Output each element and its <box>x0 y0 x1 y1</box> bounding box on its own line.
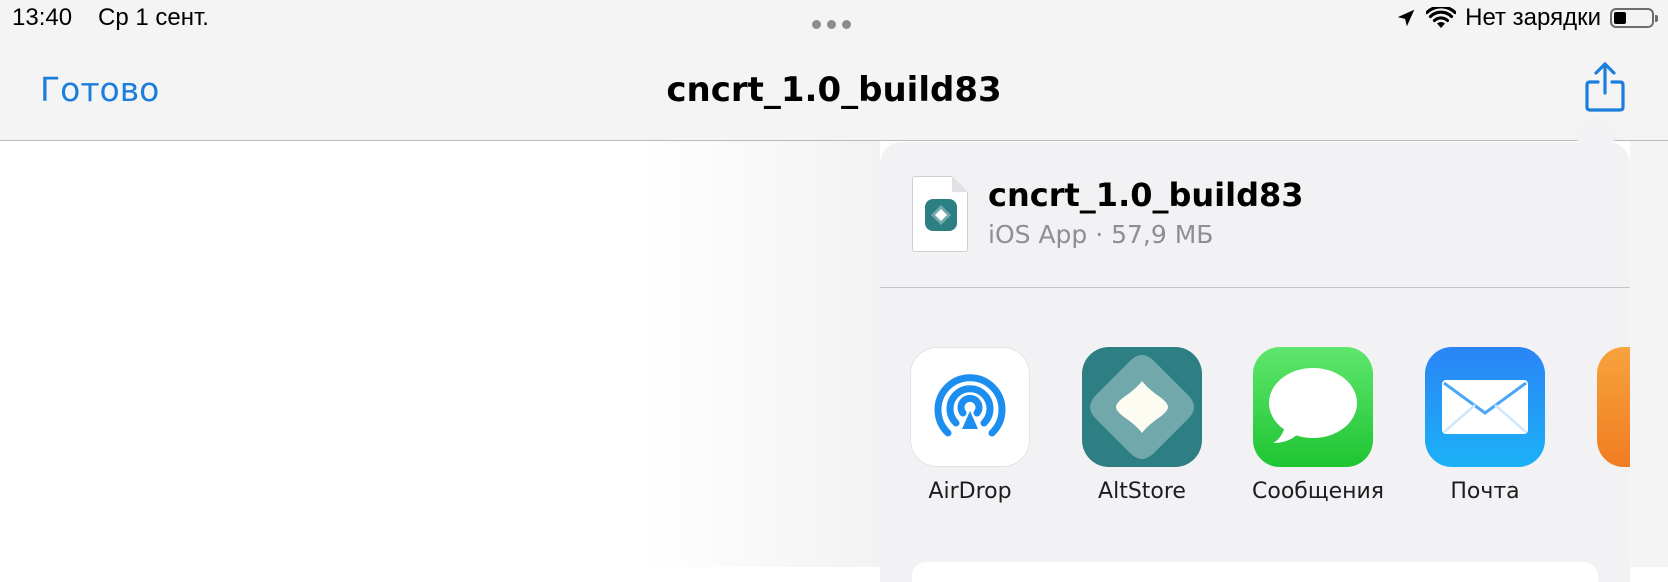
altstore-badge-icon <box>925 199 957 231</box>
share-app-mail[interactable]: Почта <box>1424 347 1546 504</box>
file-icon <box>912 176 968 252</box>
battery-icon <box>1610 8 1658 28</box>
share-app-partial[interactable] <box>1596 347 1630 467</box>
navigation-bar: 13:40 Ср 1 сент. Нет зарядки Готово cncr… <box>0 0 1668 141</box>
dot-icon <box>827 20 836 29</box>
app-label: Почта <box>1450 479 1520 504</box>
file-meta: iOS App · 57,9 МБ <box>988 220 1214 249</box>
messages-icon <box>1253 347 1373 467</box>
share-app-altstore[interactable]: AltStore <box>1081 347 1203 504</box>
mail-icon <box>1425 347 1545 467</box>
action-list <box>912 562 1598 582</box>
status-time: 13:40 <box>12 4 73 31</box>
file-name: cncrt_1.0_build83 <box>988 176 1304 214</box>
multitasking-handle[interactable] <box>812 20 851 29</box>
dot-icon <box>842 20 851 29</box>
share-app-airdrop[interactable]: AirDrop <box>909 347 1031 504</box>
wifi-icon <box>1426 7 1457 28</box>
dot-icon <box>812 20 821 29</box>
charging-status: Нет зарядки <box>1465 4 1601 31</box>
app-label: AirDrop <box>928 479 1012 504</box>
app-label: AltStore <box>1098 479 1186 504</box>
background-shadow <box>640 141 880 567</box>
altstore-icon <box>1082 347 1202 467</box>
share-sheet: cncrt_1.0_build83 iOS App · 57,9 МБ AirD… <box>880 142 1630 582</box>
background-dim <box>1630 141 1668 567</box>
app-label: Сообщения <box>1252 479 1385 504</box>
document-title: cncrt_1.0_build83 <box>666 70 1002 110</box>
status-right: Нет зарядки <box>1395 4 1658 32</box>
file-header: cncrt_1.0_build83 iOS App · 57,9 МБ <box>880 142 1630 288</box>
airdrop-icon <box>910 347 1030 467</box>
location-arrow-icon <box>1397 9 1415 27</box>
status-date: Ср 1 сент. <box>98 4 209 31</box>
share-app-messages[interactable]: Сообщения <box>1252 347 1385 504</box>
app-icon <box>1597 347 1630 467</box>
share-icon[interactable] <box>1584 61 1626 113</box>
share-apps-row: AirDrop AltStore Сообщения Почта <box>880 347 1630 507</box>
